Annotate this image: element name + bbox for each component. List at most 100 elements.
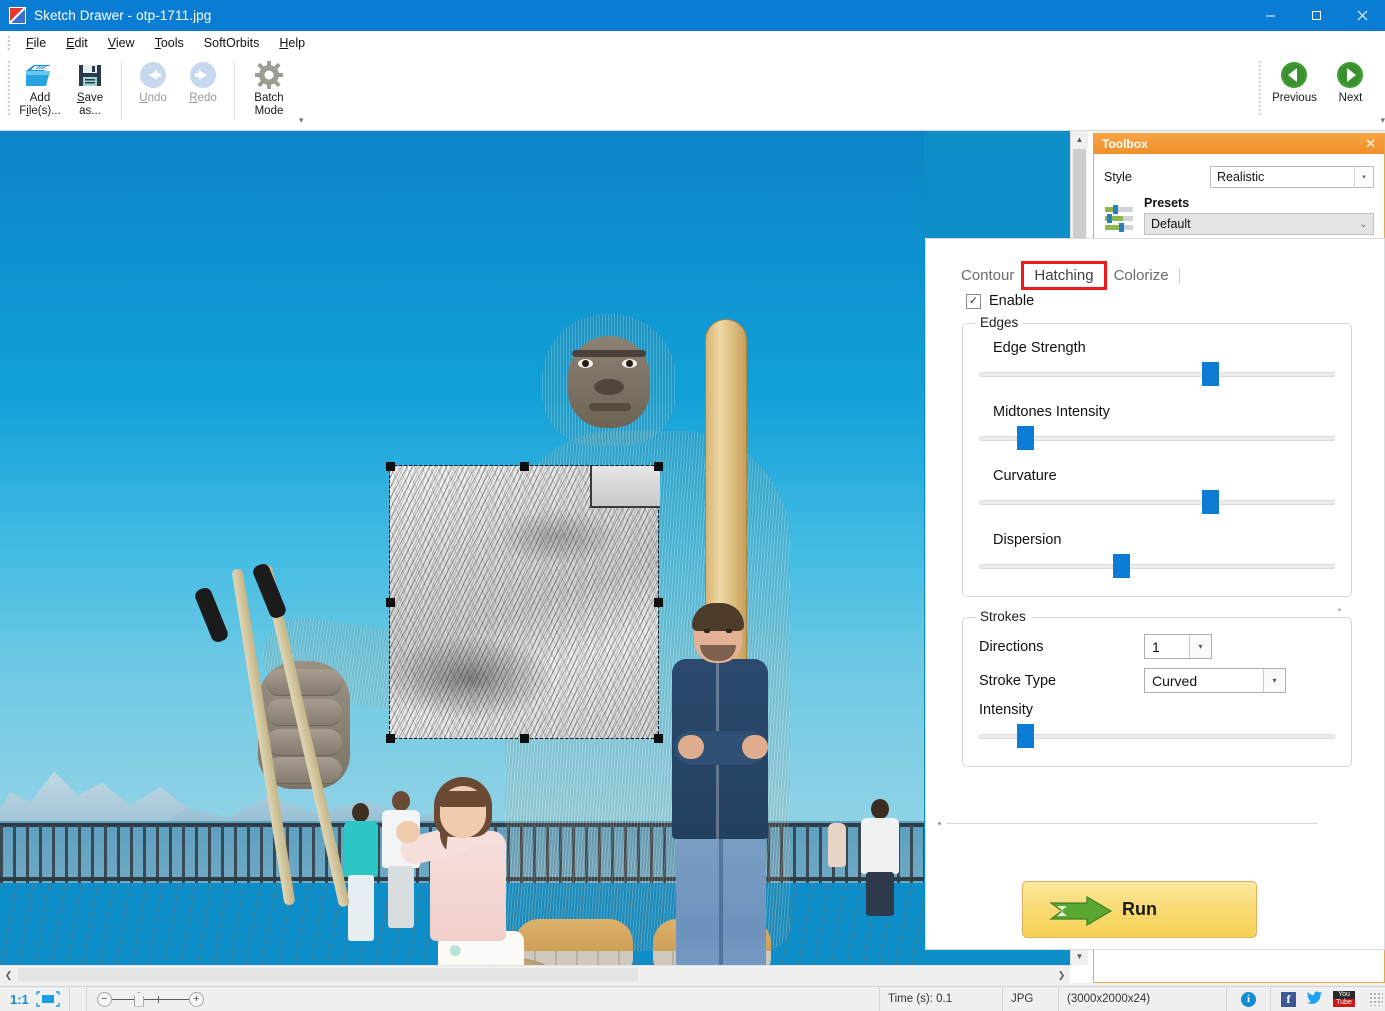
status-spacer bbox=[214, 987, 879, 1011]
next-label: Next bbox=[1338, 92, 1363, 104]
zoom-slider[interactable]: − + bbox=[87, 991, 214, 1007]
gorilla-mouth bbox=[589, 403, 631, 411]
toolbar-overflow-button[interactable]: ▾ bbox=[299, 115, 304, 126]
selection-handle-n[interactable] bbox=[520, 462, 529, 471]
image-dimensions: (3000x2000x24) bbox=[1059, 986, 1227, 1011]
selection-handle-sw[interactable] bbox=[386, 734, 395, 743]
maximize-button[interactable] bbox=[1293, 0, 1339, 31]
toolbar-grip-icon bbox=[7, 60, 11, 116]
save-as-button[interactable]: Save as... bbox=[65, 54, 115, 130]
tab-hatching[interactable]: Hatching bbox=[1021, 261, 1107, 290]
presets-sliders-icon bbox=[1104, 196, 1144, 237]
edge-strength-thumb[interactable] bbox=[1202, 362, 1220, 386]
selection-handle-w[interactable] bbox=[386, 598, 395, 607]
facebook-icon[interactable]: f bbox=[1281, 991, 1296, 1007]
toolbar-overflow-button-2[interactable]: ▾ bbox=[1380, 115, 1385, 126]
status-bar: 1:1 − + Time (s): 0.1 JPG (3000x2000x24) bbox=[0, 986, 1385, 1011]
curvature-slider[interactable] bbox=[979, 490, 1335, 514]
tab-colorize[interactable]: Colorize bbox=[1104, 264, 1180, 287]
midtones-intensity-slider[interactable] bbox=[979, 426, 1335, 450]
tab-contour[interactable]: Contour bbox=[951, 264, 1026, 287]
menu-help[interactable]: Help bbox=[269, 34, 315, 52]
selection-handle-ne[interactable] bbox=[654, 462, 663, 471]
zoom-slider-handle[interactable] bbox=[133, 991, 144, 1007]
toolbox-close-icon[interactable]: ✕ bbox=[1365, 136, 1376, 152]
selection-handle-s[interactable] bbox=[520, 734, 529, 743]
directions-row: Directions 1 ▾ bbox=[979, 634, 1335, 659]
intensity-label: Intensity bbox=[979, 702, 1033, 718]
redo-icon bbox=[188, 58, 218, 92]
horizontal-scroll-thumb[interactable] bbox=[18, 968, 638, 981]
twitter-icon[interactable] bbox=[1306, 991, 1323, 1007]
midtones-intensity-thumb[interactable] bbox=[1017, 426, 1035, 450]
youtube-icon[interactable]: You Tube bbox=[1333, 991, 1355, 1007]
vertical-scroll-thumb[interactable] bbox=[1073, 149, 1086, 245]
stroke-type-chevron-down-icon[interactable]: ▾ bbox=[1263, 669, 1285, 692]
menu-edit[interactable]: Edit bbox=[56, 34, 98, 52]
minimize-button[interactable] bbox=[1247, 0, 1293, 31]
zoom-out-button[interactable]: − bbox=[96, 991, 112, 1007]
curvature-track[interactable] bbox=[979, 500, 1335, 505]
previous-button[interactable]: Previous bbox=[1266, 54, 1322, 130]
sketch-preview-selection[interactable] bbox=[389, 465, 660, 739]
style-row: Style Realistic ▾ bbox=[1104, 166, 1374, 188]
undo-button[interactable]: Undo bbox=[128, 54, 178, 130]
zoom-ratio-label[interactable]: 1:1 bbox=[0, 992, 35, 1007]
main-toolbar: Add File(s)... Save as... Undo Redo Batc… bbox=[0, 54, 1385, 131]
canvas-horizontal-scrollbar[interactable]: ❮ ❯ bbox=[0, 965, 1070, 983]
zoom-in-button[interactable]: + bbox=[188, 991, 204, 1007]
menu-file[interactable]: File bbox=[16, 34, 56, 52]
edge-strength-track[interactable] bbox=[979, 372, 1335, 377]
dispersion-slider[interactable] bbox=[979, 554, 1335, 578]
selection-handle-e[interactable] bbox=[654, 598, 663, 607]
run-button-label: Run bbox=[1122, 899, 1157, 919]
title-bar: Sketch Drawer - otp-1711.jpg bbox=[0, 0, 1385, 31]
menu-view[interactable]: View bbox=[98, 34, 145, 52]
next-button[interactable]: Next bbox=[1322, 54, 1378, 130]
selection-handle-nw[interactable] bbox=[386, 462, 395, 471]
presets-dropdown[interactable]: Default ⌄ bbox=[1144, 213, 1374, 235]
gorilla-brow bbox=[572, 350, 646, 357]
scroll-right-arrow-icon[interactable]: ❯ bbox=[1053, 966, 1070, 984]
run-button[interactable]: Run bbox=[1022, 881, 1257, 938]
chevron-down-icon[interactable]: ▾ bbox=[1354, 167, 1373, 187]
effect-tabs: Contour Hatching Colorize bbox=[926, 239, 1384, 290]
undo-icon bbox=[138, 58, 168, 92]
info-icon[interactable]: i bbox=[1241, 991, 1256, 1007]
toolbar-separator bbox=[121, 61, 122, 120]
redo-button[interactable]: Redo bbox=[178, 54, 228, 130]
directions-dropdown[interactable]: 1 ▾ bbox=[1144, 634, 1212, 659]
scroll-down-arrow-icon[interactable]: ▼ bbox=[1071, 948, 1088, 965]
scroll-left-arrow-icon[interactable]: ❮ bbox=[0, 966, 17, 984]
menu-softorbits[interactable]: SoftOrbits bbox=[194, 34, 270, 52]
image-preview[interactable] bbox=[0, 131, 1070, 965]
batch-mode-button[interactable]: Batch Mode bbox=[241, 54, 297, 130]
close-button[interactable] bbox=[1339, 0, 1385, 31]
dispersion-track[interactable] bbox=[979, 564, 1335, 569]
processing-time: Time (s): 0.1 bbox=[879, 986, 1003, 1011]
stroke-type-dropdown[interactable]: Curved ▾ bbox=[1144, 668, 1286, 693]
curvature-thumb[interactable] bbox=[1202, 490, 1220, 514]
selection-handle-se[interactable] bbox=[654, 734, 663, 743]
youtube-top-label: You bbox=[1333, 991, 1355, 999]
style-value: Realistic bbox=[1217, 170, 1265, 184]
presets-value: Default bbox=[1151, 217, 1191, 231]
presets-row: Presets Default ⌄ bbox=[1104, 196, 1374, 237]
file-format: JPG bbox=[1003, 986, 1059, 1011]
style-dropdown[interactable]: Realistic ▾ bbox=[1210, 166, 1374, 188]
scroll-up-arrow-icon[interactable]: ▲ bbox=[1071, 131, 1088, 148]
directions-chevron-down-icon[interactable]: ▾ bbox=[1189, 635, 1211, 658]
resize-grip-icon[interactable] bbox=[1369, 992, 1383, 1006]
toolbar-navigation-group: Previous Next ▾ bbox=[1251, 54, 1385, 130]
intensity-slider[interactable] bbox=[979, 724, 1335, 748]
fit-to-window-icon[interactable] bbox=[35, 990, 61, 1008]
dispersion-thumb[interactable] bbox=[1113, 554, 1131, 578]
panel-resize-handle[interactable]: • bbox=[1338, 605, 1341, 615]
edge-strength-slider[interactable] bbox=[979, 362, 1335, 386]
presets-chevron-down-icon[interactable]: ⌄ bbox=[1354, 214, 1373, 234]
add-files-button[interactable]: Add File(s)... bbox=[15, 54, 65, 130]
intensity-thumb[interactable] bbox=[1017, 724, 1035, 748]
info-cell[interactable]: i bbox=[1227, 986, 1271, 1011]
menu-tools[interactable]: Tools bbox=[145, 34, 194, 52]
enable-checkbox[interactable]: ✓ bbox=[966, 293, 981, 309]
